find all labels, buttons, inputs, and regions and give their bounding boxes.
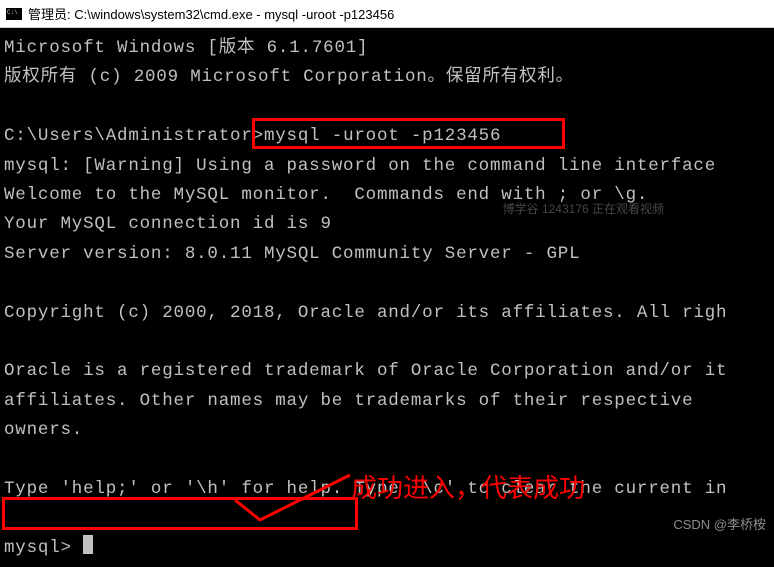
output-line: 版权所有 (c) 2009 Microsoft Corporation。保留所有… — [4, 67, 574, 87]
mysql-prompt: mysql> — [4, 538, 83, 558]
output-line: Server version: 8.0.11 MySQL Community S… — [4, 244, 580, 264]
terminal-output[interactable]: Microsoft Windows [版本 6.1.7601] 版权所有 (c)… — [0, 28, 774, 567]
output-line: Oracle is a registered trademark of Orac… — [4, 361, 727, 381]
output-line: mysql: [Warning] Using a password on the… — [4, 156, 727, 176]
cursor[interactable] — [83, 535, 93, 554]
output-line: Your MySQL connection id is 9 — [4, 214, 332, 234]
output-line: affiliates. Other names may be trademark… — [4, 391, 693, 411]
typed-command: mysql -uroot -p123456 — [264, 126, 501, 146]
output-line: owners. — [4, 420, 83, 440]
window-titlebar: 管理员: C:\windows\system32\cmd.exe - mysql… — [0, 0, 774, 28]
output-line: Microsoft Windows [版本 6.1.7601] — [4, 38, 368, 58]
prompt-path: C:\Users\Administrator> — [4, 126, 264, 146]
window-title: 管理员: C:\windows\system32\cmd.exe - mysql… — [28, 4, 394, 23]
output-line: Welcome to the MySQL monitor. Commands e… — [4, 185, 648, 205]
output-line: Copyright (c) 2000, 2018, Oracle and/or … — [4, 303, 727, 323]
output-line: Type 'help;' or '\h' for help. Type '\c'… — [4, 479, 727, 499]
cmd-icon — [6, 8, 22, 20]
